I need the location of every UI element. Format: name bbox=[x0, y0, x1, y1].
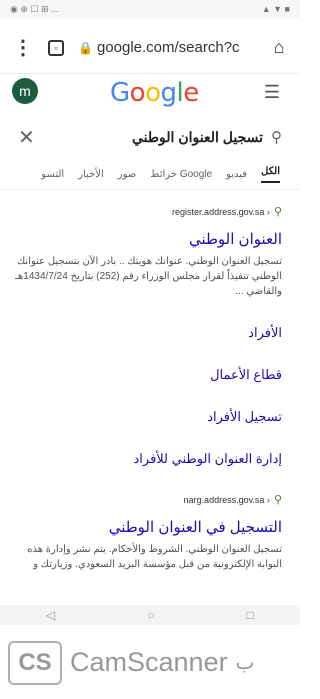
back-icon[interactable]: ◁ bbox=[46, 608, 55, 622]
camscanner-brand: CamScanner bbox=[70, 647, 228, 677]
status-right: ▲ ▼ ■ bbox=[261, 4, 290, 14]
result-source[interactable]: ⚲ narg.address.gov.sa › bbox=[14, 493, 282, 506]
home-circle-icon[interactable]: ○ bbox=[147, 608, 154, 622]
logo-letter-g: G bbox=[110, 78, 130, 108]
logo-letter-o2: o bbox=[145, 78, 161, 108]
search-result: ⚲ register.address.gov.sa › العنوان الوط… bbox=[0, 205, 300, 299]
tab-all[interactable]: الكل bbox=[261, 166, 280, 183]
logo-letter-g2: g bbox=[160, 78, 178, 108]
sitelink-individuals[interactable]: الأفراد bbox=[0, 325, 300, 341]
avatar[interactable]: m bbox=[12, 78, 38, 104]
tab-videos[interactable]: فيديو bbox=[226, 169, 247, 180]
search-icon[interactable]: ⚲ bbox=[271, 128, 282, 146]
tab-images[interactable]: صور bbox=[118, 169, 137, 180]
hamburger-menu-icon[interactable]: ☰ bbox=[264, 82, 280, 103]
clear-icon[interactable]: ✕ bbox=[18, 125, 35, 150]
browser-toolbar: ⋮ ▫ 🔒 google.com/search?c ⌂ bbox=[0, 22, 300, 74]
google-header: m Google ☰ bbox=[0, 78, 300, 118]
result-source[interactable]: ⚲ register.address.gov.sa › bbox=[14, 205, 282, 218]
camscanner-prefix: ب bbox=[235, 652, 255, 674]
camscanner-logo: CS bbox=[8, 640, 62, 685]
tab-shopping[interactable]: التسو bbox=[41, 169, 64, 180]
address-bar[interactable]: 🔒 google.com/search?c bbox=[78, 39, 264, 56]
lock-icon: 🔒 bbox=[78, 40, 93, 55]
sitelink-manage-address[interactable]: إدارة العنوان الوطني للأفراد bbox=[0, 451, 300, 467]
result-url: narg.address.gov.sa › bbox=[183, 494, 270, 505]
tab-switcher-icon[interactable]: ▫ bbox=[48, 39, 64, 56]
url-text: google.com/search?c bbox=[96, 39, 240, 56]
tab-maps[interactable]: خرائط Google bbox=[150, 169, 212, 180]
search-results: ⚲ register.address.gov.sa › العنوان الوط… bbox=[0, 205, 300, 572]
result-snippet: تسجيل العنوان الوطني. عنوانك هويتك .. با… bbox=[15, 256, 282, 297]
android-nav-bar: ◁ ○ □ bbox=[0, 605, 300, 625]
logo-letter-o1: o bbox=[129, 78, 146, 108]
logo-letter-e: e bbox=[183, 78, 199, 108]
result-snippet: تسجيل العنوان الوطني. الشروط والأحكام. ي… bbox=[27, 544, 282, 570]
filter-tabs: الكل فيديو خرائط Google صور الأخبار التس… bbox=[0, 160, 300, 190]
search-query[interactable]: تسجيل العنوان الوطني bbox=[35, 129, 271, 146]
search-result: ⚲ narg.address.gov.sa › التسجيل في العنو… bbox=[0, 493, 300, 572]
home-icon[interactable]: ⌂ bbox=[264, 37, 294, 58]
location-pin-icon: ⚲ bbox=[273, 206, 282, 218]
google-logo[interactable]: Google bbox=[110, 78, 199, 108]
kebab-menu-icon[interactable]: ⋮ bbox=[12, 35, 34, 60]
status-bar: ◉ ⊕ ☐ ⊞ ... ▲ ▼ ■ bbox=[0, 0, 300, 18]
location-pin-icon: ⚲ bbox=[273, 494, 282, 506]
result-url: register.address.gov.sa › bbox=[172, 206, 270, 217]
tab-news[interactable]: الأخبار bbox=[78, 169, 104, 180]
result-title[interactable]: العنوان الوطني bbox=[14, 230, 282, 248]
search-bar[interactable]: ✕ تسجيل العنوان الوطني ⚲ bbox=[0, 120, 300, 154]
camscanner-watermark: CS CamScanner ب bbox=[0, 626, 300, 699]
recents-icon[interactable]: □ bbox=[247, 608, 254, 622]
result-title[interactable]: التسجيل في العنوان الوطني bbox=[14, 518, 282, 536]
sitelink-business[interactable]: قطاع الأعمال bbox=[0, 367, 300, 383]
sitelink-register-individuals[interactable]: تسجيل الأفراد bbox=[0, 409, 300, 425]
status-left: ◉ ⊕ ☐ ⊞ ... bbox=[10, 3, 59, 14]
